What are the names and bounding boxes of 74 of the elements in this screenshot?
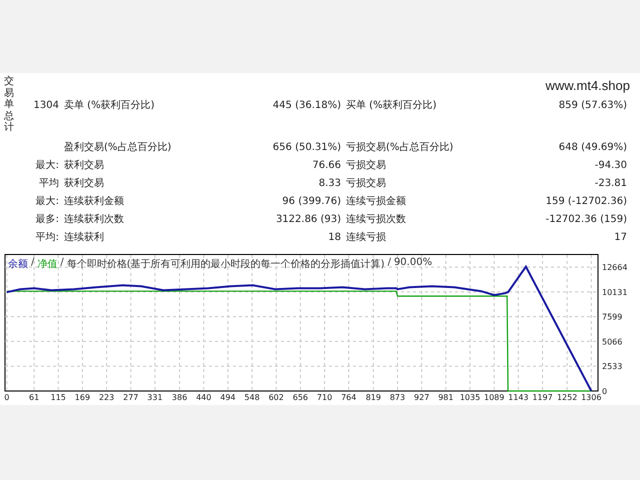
- stat-value: -23.81: [594, 178, 627, 188]
- y-tick-label: 0: [602, 387, 608, 396]
- x-tick-label: 223: [98, 393, 114, 402]
- stat-label: 亏损交易: [346, 176, 387, 190]
- stat-label: 盈利交易(%占总百分比): [64, 140, 172, 154]
- stat-prefix: 最大:: [34, 194, 59, 208]
- y-tick-label: 10131: [602, 288, 628, 297]
- stat-label: 连续亏损: [346, 230, 387, 244]
- y-tick-label: 7599: [602, 312, 622, 322]
- x-tick-label: 1035: [460, 393, 480, 402]
- x-tick-label: 1252: [556, 393, 578, 402]
- x-tick-label: 331: [147, 393, 163, 402]
- y-tick-label: 2533: [602, 362, 622, 372]
- x-tick-label: 764: [341, 393, 356, 402]
- stat-label: 连续亏损金额: [346, 194, 407, 208]
- x-tick-label: 927: [414, 393, 430, 402]
- legend-label: 余额: [8, 258, 28, 271]
- legend-label: 净值: [37, 258, 58, 271]
- stat-label: 买单 (%获利百分比): [346, 98, 438, 112]
- y-tick-label: 5066: [602, 337, 622, 346]
- x-tick-label: 440: [196, 393, 212, 402]
- stat-label: 亏损交易(%占总百分比): [346, 140, 454, 154]
- site-url: www.mt4.shop: [545, 77, 630, 95]
- stat-value: 8.33: [318, 178, 341, 188]
- x-tick-label: 1089: [484, 393, 504, 402]
- stat-label: 连续亏损次数: [346, 212, 407, 226]
- separator: /: [388, 257, 391, 270]
- separator: /: [31, 257, 34, 270]
- stat-prefix: 平均: [38, 177, 59, 190]
- x-tick-label: 1143: [508, 393, 529, 402]
- x-tick-label: 710: [316, 393, 332, 402]
- stat-label: 连续获利: [64, 230, 105, 244]
- stat-value: 18: [327, 232, 341, 242]
- stat-label: 获利交易: [64, 158, 105, 172]
- x-tick-label: 819: [366, 393, 381, 402]
- x-tick-label: 169: [74, 393, 90, 402]
- stat-prefix: 最大:: [34, 158, 59, 172]
- x-tick-label: 548: [244, 393, 260, 402]
- stat-value: -94.30: [594, 160, 627, 170]
- x-tick-label: 277: [123, 393, 138, 402]
- x-tick-label: 602: [268, 393, 284, 402]
- chart-mode-text: 每个即时价格(基于所有可利用的最小时段的每一个价格的分形插值计算): [66, 258, 385, 271]
- x-tick-label: 386: [172, 393, 188, 402]
- stat-value: 445 (36.18%): [272, 100, 341, 110]
- stat-value: 648 (49.69%): [558, 142, 627, 152]
- stat-value: 656 (50.31%): [272, 142, 341, 152]
- x-tick-label: 1306: [581, 393, 602, 402]
- stat-label: 亏损交易: [346, 158, 387, 172]
- stat-label: 连续获利次数: [64, 212, 125, 226]
- x-tick-label: 873: [390, 393, 406, 402]
- y-tick-label: 12664: [602, 263, 628, 272]
- stat-label: 卖单 (%获利百分比): [64, 98, 156, 112]
- x-tick-label: 494: [220, 393, 236, 402]
- stat-value: 76.66: [311, 160, 341, 170]
- stat-value: 3122.86 (93): [274, 214, 341, 224]
- x-tick-label: 981: [438, 393, 454, 402]
- stat-value: 159 (-12702.36): [544, 196, 627, 206]
- stat-label: 连续获利金额: [64, 194, 125, 208]
- x-tick-label: 61: [29, 393, 40, 402]
- x-tick-label: 656: [292, 393, 308, 402]
- separator: /: [60, 257, 64, 270]
- stat-prefix: 最多:: [34, 213, 59, 226]
- quality-text: 90.00%: [394, 257, 432, 270]
- stat-value: 17: [613, 232, 627, 242]
- stat-value: 96 (399.76): [281, 196, 341, 206]
- stat-value: 859 (57.63%): [558, 100, 627, 110]
- stat-prefix: 平均:: [34, 231, 59, 244]
- side-label: 交易单总计: [4, 76, 14, 135]
- stat-value: 1304: [32, 100, 59, 110]
- stat-value: -12702.36 (159): [544, 214, 627, 224]
- x-tick-label: 115: [50, 393, 66, 402]
- x-tick-label: 0: [4, 393, 10, 402]
- x-tick-label: 1197: [532, 393, 553, 402]
- stat-label: 获利交易: [64, 176, 105, 190]
